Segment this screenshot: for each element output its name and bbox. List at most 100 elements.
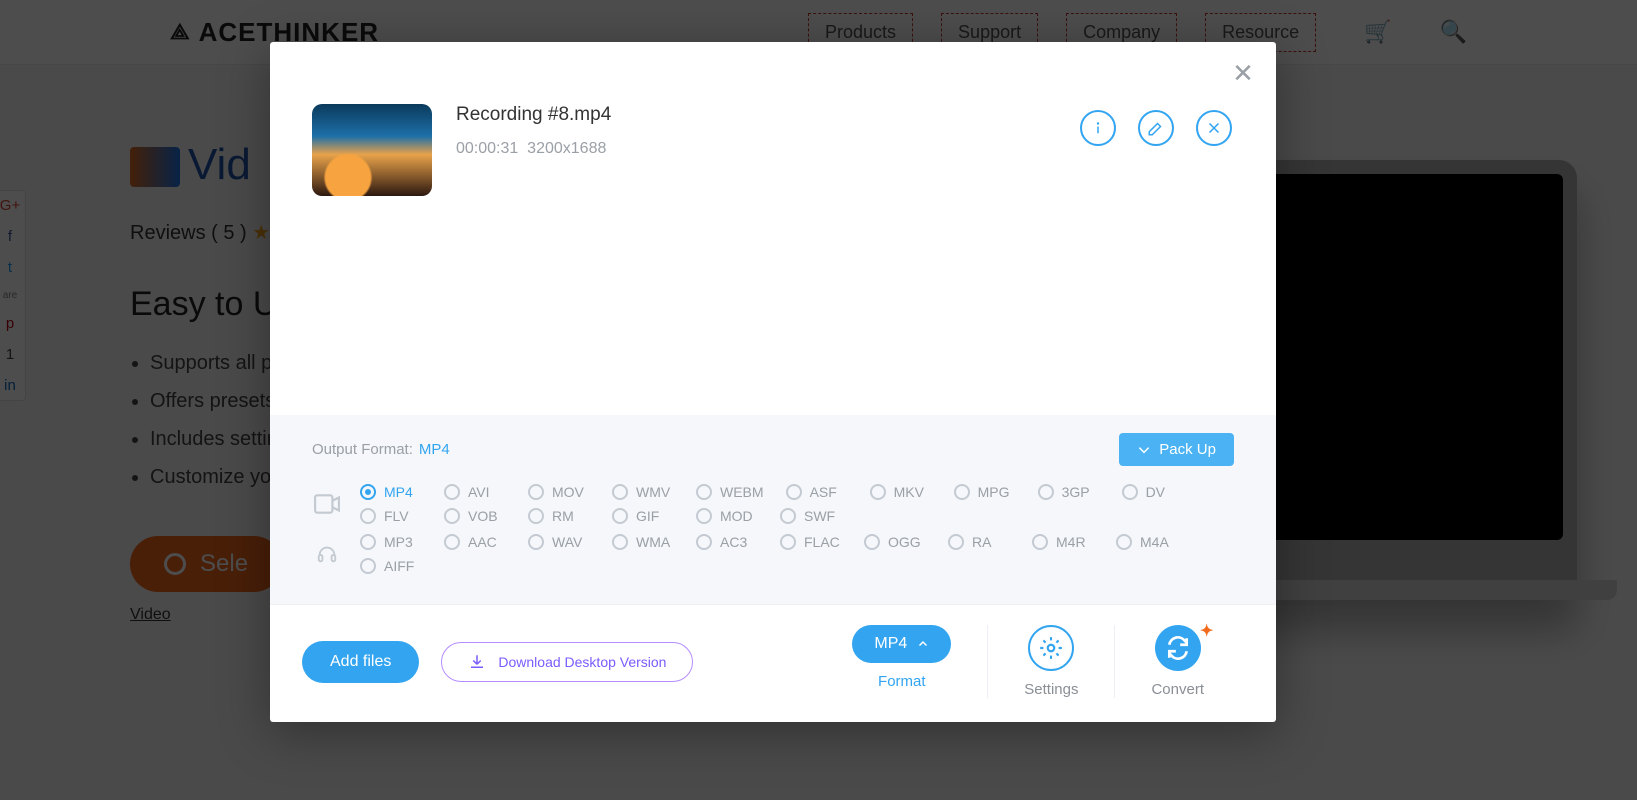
format-option-mkv[interactable]: MKV — [870, 484, 932, 500]
convert-button[interactable] — [1155, 625, 1201, 671]
format-option-gif[interactable]: GIF — [612, 508, 674, 524]
format-option-label: MP4 — [384, 484, 413, 500]
format-option-label: WMA — [636, 534, 670, 550]
notification-dot-icon: ✦ — [1200, 621, 1210, 631]
radio-icon — [444, 534, 460, 550]
format-option-wav[interactable]: WAV — [528, 534, 590, 550]
radio-icon — [780, 508, 796, 524]
radio-icon — [360, 508, 376, 524]
gear-icon — [1038, 635, 1064, 661]
format-option-wma[interactable]: WMA — [612, 534, 674, 550]
format-option-aac[interactable]: AAC — [444, 534, 506, 550]
file-name: Recording #8.mp4 — [456, 104, 1056, 126]
radio-icon — [360, 558, 376, 574]
edit-button[interactable] — [1138, 110, 1174, 146]
radio-icon — [696, 534, 712, 550]
pack-up-button[interactable]: Pack Up — [1119, 433, 1234, 466]
format-option-ra[interactable]: RA — [948, 534, 1010, 550]
format-option-m4a[interactable]: M4A — [1116, 534, 1178, 550]
format-option-label: MP3 — [384, 534, 413, 550]
format-option-wmv[interactable]: WMV — [612, 484, 674, 500]
format-option-label: AIFF — [384, 558, 414, 574]
radio-icon — [528, 534, 544, 550]
format-option-aiff[interactable]: AIFF — [360, 558, 422, 574]
chevron-up-icon — [917, 638, 929, 650]
radio-icon — [528, 508, 544, 524]
close-icon — [1205, 119, 1223, 137]
format-option-mod[interactable]: MOD — [696, 508, 758, 524]
format-option-mp4[interactable]: MP4 — [360, 484, 422, 500]
info-icon — [1089, 119, 1107, 137]
radio-icon — [780, 534, 796, 550]
format-option-m4r[interactable]: M4R — [1032, 534, 1094, 550]
format-option-rm[interactable]: RM — [528, 508, 590, 524]
format-option-mp3[interactable]: MP3 — [360, 534, 422, 550]
modal-bottom-bar: Add files Download Desktop Version MP4 F… — [270, 604, 1276, 722]
radio-icon — [1038, 484, 1054, 500]
format-option-label: SWF — [804, 508, 835, 524]
format-option-avi[interactable]: AVI — [444, 484, 506, 500]
format-option-webm[interactable]: WEBM — [696, 484, 764, 500]
format-option-label: M4R — [1056, 534, 1086, 550]
format-option-flv[interactable]: FLV — [360, 508, 422, 524]
settings-button[interactable] — [1028, 625, 1074, 671]
radio-icon — [870, 484, 886, 500]
chevron-down-icon — [1137, 443, 1151, 457]
audio-formats-row: MP3 AAC WAV WMA AC3 FLAC OGG RA M4R M4A AIFF — [312, 534, 1234, 574]
radio-icon — [1122, 484, 1138, 500]
add-files-button[interactable]: Add files — [302, 641, 419, 683]
format-option-label: 3GP — [1062, 484, 1090, 500]
format-option-label: VOB — [468, 508, 498, 524]
format-option-label: FLAC — [804, 534, 840, 550]
file-row: Recording #8.mp4 00:00:31 3200x1688 — [270, 42, 1276, 218]
format-option-label: WMV — [636, 484, 670, 500]
format-option-label: ASF — [810, 484, 837, 500]
download-icon — [468, 653, 486, 671]
video-thumbnail[interactable] — [312, 104, 432, 196]
radio-icon — [954, 484, 970, 500]
close-button[interactable]: ✕ — [1228, 58, 1258, 88]
format-option-label: DV — [1146, 484, 1165, 500]
format-option-vob[interactable]: VOB — [444, 508, 506, 524]
format-option-label: M4A — [1140, 534, 1169, 550]
radio-icon — [360, 484, 376, 500]
file-metadata: 00:00:31 3200x1688 — [456, 140, 1056, 158]
format-option-label: MPG — [978, 484, 1010, 500]
radio-icon — [1032, 534, 1048, 550]
radio-icon — [528, 484, 544, 500]
format-option-label: FLV — [384, 508, 409, 524]
format-option-label: OGG — [888, 534, 921, 550]
format-option-3gp[interactable]: 3GP — [1038, 484, 1100, 500]
video-category-icon — [312, 493, 342, 515]
radio-icon — [360, 534, 376, 550]
format-option-label: MOD — [720, 508, 753, 524]
format-option-asf[interactable]: ASF — [786, 484, 848, 500]
format-option-label: AC3 — [720, 534, 747, 550]
format-option-dv[interactable]: DV — [1122, 484, 1184, 500]
radio-icon — [612, 484, 628, 500]
download-desktop-button[interactable]: Download Desktop Version — [441, 642, 693, 682]
format-chip[interactable]: MP4 — [852, 625, 951, 663]
format-option-label: AVI — [468, 484, 490, 500]
radio-icon — [1116, 534, 1132, 550]
radio-icon — [696, 508, 712, 524]
radio-icon — [444, 484, 460, 500]
format-option-mpg[interactable]: MPG — [954, 484, 1016, 500]
radio-icon — [612, 534, 628, 550]
radio-icon — [864, 534, 880, 550]
convert-column: ✦ Convert — [1114, 625, 1240, 698]
format-option-ac3[interactable]: AC3 — [696, 534, 758, 550]
radio-icon — [948, 534, 964, 550]
info-button[interactable] — [1080, 110, 1116, 146]
format-option-swf[interactable]: SWF — [780, 508, 842, 524]
convert-icon — [1165, 635, 1191, 661]
convert-modal: ✕ Recording #8.mp4 00:00:31 3200x1688 Ou… — [270, 42, 1276, 722]
format-option-mov[interactable]: MOV — [528, 484, 590, 500]
format-option-ogg[interactable]: OGG — [864, 534, 926, 550]
radio-icon — [444, 508, 460, 524]
settings-label: Settings — [1024, 681, 1078, 698]
format-option-label: MKV — [894, 484, 924, 500]
radio-icon — [786, 484, 802, 500]
format-option-flac[interactable]: FLAC — [780, 534, 842, 550]
remove-button[interactable] — [1196, 110, 1232, 146]
